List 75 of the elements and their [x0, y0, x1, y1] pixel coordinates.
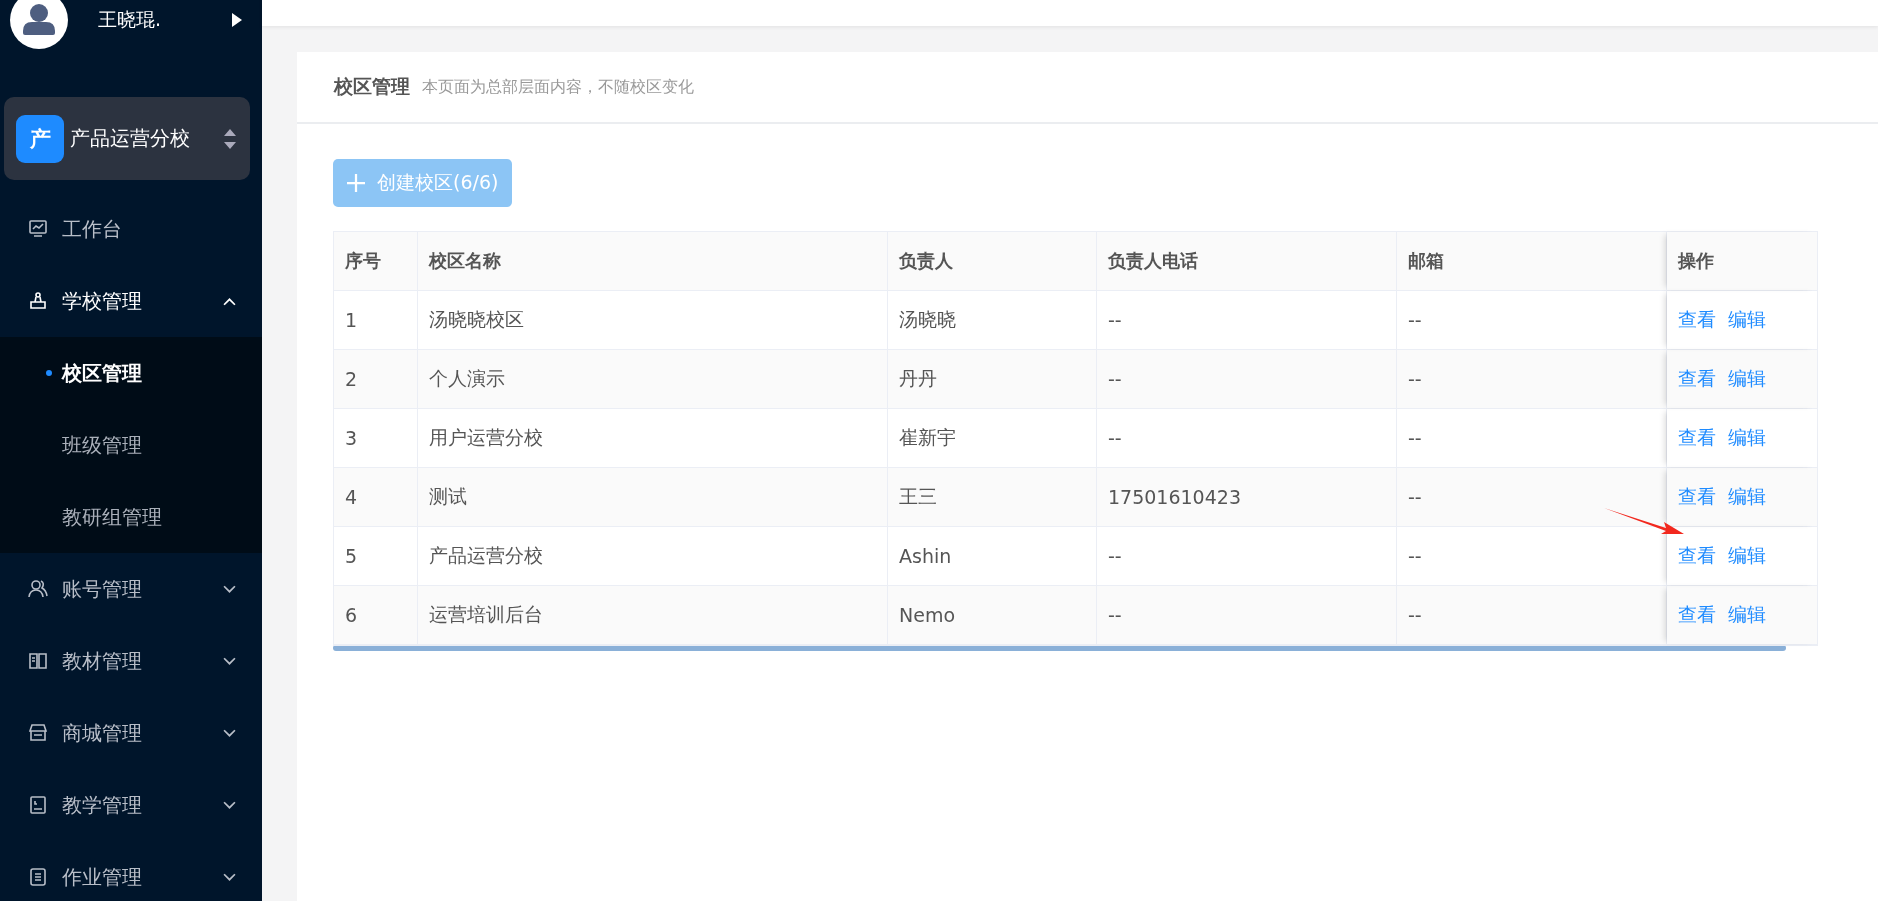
submenu-item[interactable]: 班级管理: [0, 409, 262, 481]
table-cell: 3: [334, 409, 418, 467]
table-cell: 王三: [888, 468, 1097, 526]
submenu-item[interactable]: 校区管理: [0, 337, 262, 409]
stamp-icon: [28, 291, 48, 311]
horizontal-scrollbar[interactable]: [333, 645, 1786, 651]
table-cell: 运营培训后台: [418, 586, 888, 644]
table-cell: 用户运营分校: [418, 409, 888, 467]
school-name: 产品运营分校: [70, 125, 191, 152]
notebook-icon: [28, 795, 48, 815]
school-badge: 产: [16, 114, 64, 163]
page-title: 校区管理: [334, 74, 410, 99]
table-cell: 17501610423: [1097, 468, 1397, 526]
view-link[interactable]: 查看: [1678, 484, 1716, 510]
table-cell: --: [1097, 291, 1397, 349]
view-link[interactable]: 查看: [1678, 366, 1716, 392]
table-cell: --: [1397, 409, 1667, 467]
table-cell: --: [1097, 350, 1397, 408]
column-header: 操作: [1667, 232, 1817, 290]
table-cell: 汤晓晓校区: [418, 291, 888, 349]
table-cell: 4: [334, 468, 418, 526]
column-header: 邮箱: [1397, 232, 1667, 290]
view-link[interactable]: 查看: [1678, 425, 1716, 451]
table-cell: --: [1397, 291, 1667, 349]
sort-icon: [224, 128, 236, 149]
page-subtitle: 本页面为总部层面内容，不随校区变化: [422, 76, 694, 98]
menu-item[interactable]: 账号管理: [0, 553, 262, 625]
list-icon: [28, 867, 48, 887]
submenu-item[interactable]: 教研组管理: [0, 481, 262, 553]
menu-item[interactable]: 工作台: [0, 193, 262, 265]
school-switcher[interactable]: 产 产品运营分校: [4, 97, 250, 180]
avatar-icon[interactable]: [10, 0, 68, 49]
table-cell: 个人演示: [418, 350, 888, 408]
edit-link[interactable]: 编辑: [1728, 307, 1766, 333]
table-cell: --: [1097, 409, 1397, 467]
table-cell: --: [1397, 350, 1667, 408]
table-cell: 测试: [418, 468, 888, 526]
view-link[interactable]: 查看: [1678, 307, 1716, 333]
table-cell: 崔新宇: [888, 409, 1097, 467]
table-cell: Ashin: [888, 527, 1097, 585]
edit-link[interactable]: 编辑: [1728, 366, 1766, 392]
plus-icon: [347, 174, 365, 192]
table-cell: --: [1397, 586, 1667, 644]
edit-link[interactable]: 编辑: [1728, 425, 1766, 451]
active-dot-icon: [46, 370, 52, 376]
column-header: 负责人: [888, 232, 1097, 290]
table-cell: 2: [334, 350, 418, 408]
menu-item[interactable]: 学校管理: [0, 265, 262, 337]
table-cell: Nemo: [888, 586, 1097, 644]
column-header: 校区名称: [418, 232, 888, 290]
store-icon: [28, 723, 48, 743]
table-cell: --: [1097, 586, 1397, 644]
user-name: 王晓琨.: [98, 7, 163, 32]
menu-item[interactable]: 作业管理: [0, 841, 262, 901]
column-header: 负责人电话: [1097, 232, 1397, 290]
edit-link[interactable]: 编辑: [1728, 484, 1766, 510]
table-cell: 汤晓晓: [888, 291, 1097, 349]
edit-link[interactable]: 编辑: [1728, 543, 1766, 569]
table-cell: --: [1097, 527, 1397, 585]
menu-item[interactable]: 商城管理: [0, 697, 262, 769]
table-cell: 1: [334, 291, 418, 349]
menu-item[interactable]: 教学管理: [0, 769, 262, 841]
table-cell: 5: [334, 527, 418, 585]
table-cell: 6: [334, 586, 418, 644]
table-cell: 产品运营分校: [418, 527, 888, 585]
caret-icon[interactable]: [232, 13, 242, 27]
book-icon: [28, 651, 48, 671]
column-header: 序号: [334, 232, 418, 290]
view-link[interactable]: 查看: [1678, 602, 1716, 628]
table-cell: 丹丹: [888, 350, 1097, 408]
edit-link[interactable]: 编辑: [1728, 602, 1766, 628]
view-link[interactable]: 查看: [1678, 543, 1716, 569]
users-icon: [28, 579, 48, 599]
monitor-chart-icon: [28, 219, 48, 239]
menu-item[interactable]: 教材管理: [0, 625, 262, 697]
